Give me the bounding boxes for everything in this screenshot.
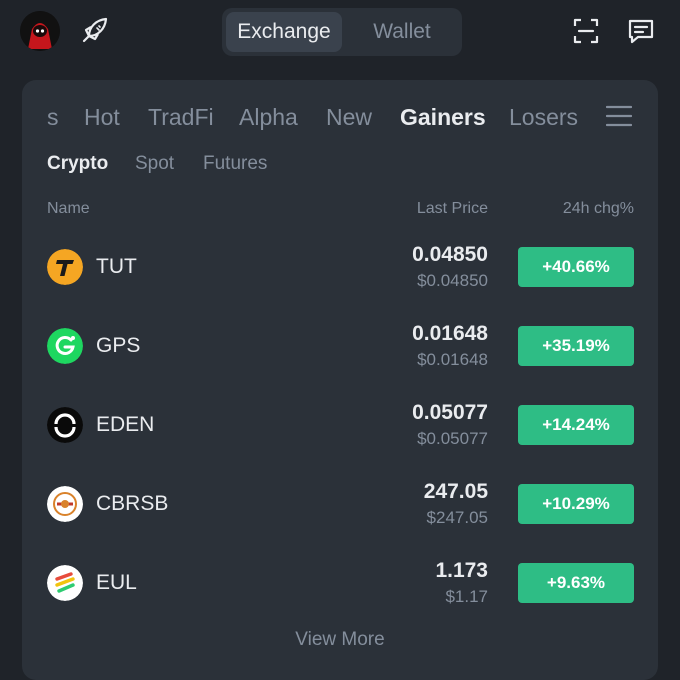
tab-new[interactable]: New bbox=[326, 100, 372, 134]
tab-tradfi[interactable]: TradFi bbox=[148, 100, 214, 134]
change-badge[interactable]: +40.66% bbox=[518, 247, 634, 287]
table-row[interactable]: EUL 1.173 $1.17 +9.63% bbox=[22, 548, 658, 618]
exchange-tab[interactable]: Exchange bbox=[226, 12, 342, 52]
coin-symbol: GPS bbox=[96, 334, 141, 357]
coin-symbol: EUL bbox=[96, 571, 137, 594]
tab-losers[interactable]: Losers bbox=[509, 100, 578, 134]
exchange-wallet-toggle: Exchange Wallet bbox=[222, 8, 462, 56]
rocket-icon[interactable] bbox=[80, 15, 110, 45]
market-tabs: s Hot TradFi Alpha New Gainers Losers bbox=[22, 100, 658, 134]
coin-symbol: EDEN bbox=[96, 413, 155, 436]
column-header-change[interactable]: 24h chg% bbox=[563, 199, 634, 219]
tab-hot[interactable]: Hot bbox=[84, 100, 120, 134]
change-badge[interactable]: +14.24% bbox=[518, 405, 634, 445]
eul-icon bbox=[47, 565, 83, 601]
last-price: 247.05 bbox=[423, 480, 488, 503]
table-row[interactable]: TUT 0.04850 $0.04850 +40.66% bbox=[22, 232, 658, 302]
subtab-spot[interactable]: Spot bbox=[135, 152, 174, 176]
usd-price: $0.01648 bbox=[417, 350, 488, 369]
last-price: 0.04850 bbox=[412, 243, 488, 266]
usd-price: $0.05077 bbox=[417, 429, 488, 448]
change-badge[interactable]: +35.19% bbox=[518, 326, 634, 366]
tab-partial[interactable]: s bbox=[47, 100, 59, 134]
usd-price: $247.05 bbox=[426, 508, 488, 527]
gps-icon bbox=[47, 328, 83, 364]
last-price: 0.05077 bbox=[412, 401, 488, 424]
change-badge[interactable]: +9.63% bbox=[518, 563, 634, 603]
last-price: 0.01648 bbox=[412, 322, 488, 345]
coin-symbol: CBRSB bbox=[96, 492, 169, 515]
eden-icon bbox=[47, 407, 83, 443]
avatar-image bbox=[20, 11, 60, 51]
cbrsb-icon bbox=[47, 486, 83, 522]
table-row[interactable]: GPS 0.01648 $0.01648 +35.19% bbox=[22, 311, 658, 381]
column-header-last-price[interactable]: Last Price bbox=[417, 199, 488, 219]
menu-icon[interactable] bbox=[606, 104, 632, 128]
wallet-tab[interactable]: Wallet bbox=[346, 12, 458, 52]
message-icon[interactable] bbox=[627, 17, 655, 45]
usd-price: $0.04850 bbox=[417, 271, 488, 290]
column-header-name[interactable]: Name bbox=[47, 199, 90, 219]
market-card: s Hot TradFi Alpha New Gainers Losers Cr… bbox=[22, 80, 658, 680]
table-row[interactable]: EDEN 0.05077 $0.05077 +14.24% bbox=[22, 390, 658, 460]
tut-icon bbox=[47, 249, 83, 285]
view-more-link[interactable]: View More bbox=[22, 628, 658, 652]
subtab-futures[interactable]: Futures bbox=[203, 152, 267, 176]
coin-symbol: TUT bbox=[96, 255, 137, 278]
last-price: 1.173 bbox=[435, 559, 488, 582]
change-badge[interactable]: +10.29% bbox=[518, 484, 634, 524]
tab-alpha[interactable]: Alpha bbox=[239, 100, 298, 134]
table-row[interactable]: CBRSB 247.05 $247.05 +10.29% bbox=[22, 469, 658, 539]
avatar[interactable] bbox=[20, 11, 60, 51]
tab-gainers[interactable]: Gainers bbox=[400, 100, 486, 134]
top-bar: Exchange Wallet bbox=[0, 0, 680, 64]
usd-price: $1.17 bbox=[445, 587, 488, 606]
subtab-crypto[interactable]: Crypto bbox=[47, 152, 108, 176]
scan-icon[interactable] bbox=[572, 17, 600, 45]
